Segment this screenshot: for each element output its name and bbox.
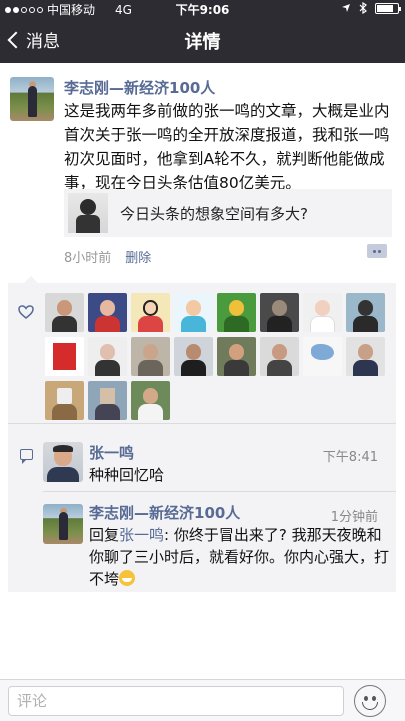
- commenter-avatar[interactable]: [43, 504, 83, 544]
- liker-avatar[interactable]: [131, 381, 170, 420]
- emoji-button[interactable]: [354, 685, 386, 717]
- shared-link-card[interactable]: 今日头条的想象空间有多大?: [64, 189, 392, 237]
- liker-avatar[interactable]: [260, 337, 299, 376]
- grin-emoji-icon: [119, 570, 136, 586]
- status-bar: 中国移动 4G 下午9:06: [0, 0, 405, 18]
- commenter-avatar[interactable]: [43, 442, 83, 482]
- comment-text: 回复张一鸣: 你终于冒出来了? 我那天夜晚和你聊了三小时后，就看好你。你内心强大…: [89, 524, 389, 590]
- battery-icon: [375, 2, 401, 14]
- post-meta: 8小时前 删除: [64, 247, 151, 266]
- liker-avatar[interactable]: [174, 293, 213, 332]
- smiley-icon: [364, 696, 368, 701]
- link-thumbnail: [68, 193, 108, 233]
- bluetooth-icon: [359, 2, 367, 14]
- author-avatar[interactable]: [10, 77, 54, 121]
- liker-avatar[interactable]: [88, 381, 127, 420]
- link-title: 今日头条的想象空间有多大?: [120, 204, 308, 223]
- liker-avatar[interactable]: [45, 293, 84, 332]
- liker-avatar[interactable]: [131, 337, 170, 376]
- liker-avatar[interactable]: [303, 293, 342, 332]
- liker-avatar-grid: [45, 293, 395, 420]
- liker-avatar[interactable]: [45, 381, 84, 420]
- liker-avatar[interactable]: [260, 293, 299, 332]
- likes-panel: [8, 276, 396, 423]
- comment-item[interactable]: 张一鸣 下午8:41 种种回忆哈: [8, 424, 396, 491]
- post-text: 这是我两年多前做的张一鸣的文章，大概是业内首次关于张一鸣的全开放深度报道，我和张…: [64, 102, 390, 192]
- comments-panel: 张一鸣 下午8:41 种种回忆哈 李志刚—新经济100人 1分钟前 回复张一鸣:…: [8, 424, 396, 592]
- top-bar: 中国移动 4G 下午9:06 消息 详情: [0, 0, 405, 63]
- liker-avatar[interactable]: [45, 337, 84, 376]
- comment-item[interactable]: 李志刚—新经济100人 1分钟前 回复张一鸣: 你终于冒出来了? 我那天夜晚和你…: [8, 492, 396, 592]
- liker-avatar[interactable]: [174, 337, 213, 376]
- reply-to-name[interactable]: 张一鸣: [119, 526, 164, 544]
- liker-avatar[interactable]: [131, 293, 170, 332]
- comment-time: 下午8:41: [322, 450, 378, 465]
- commenter-name[interactable]: 李志刚—新经济100人: [89, 502, 240, 523]
- liker-avatar[interactable]: [88, 337, 127, 376]
- comment-text: 种种回忆哈: [89, 466, 165, 484]
- nav-bar: 消息 详情: [0, 18, 405, 63]
- delete-button[interactable]: 删除: [125, 247, 151, 266]
- more-actions-icon[interactable]: [367, 244, 387, 258]
- liker-avatar[interactable]: [88, 293, 127, 332]
- liker-avatar[interactable]: [217, 293, 256, 332]
- commenter-name[interactable]: 张一鸣: [89, 442, 134, 463]
- liker-avatar[interactable]: [346, 337, 385, 376]
- location-icon: [342, 4, 350, 12]
- reply-prefix: 回复: [89, 526, 120, 544]
- liker-avatar[interactable]: [346, 293, 385, 332]
- comment-input-bar: 评论: [0, 679, 405, 721]
- post-time: 8小时前: [64, 251, 112, 266]
- author-name[interactable]: 李志刚—新经济100人: [64, 77, 215, 98]
- comment-time: 1分钟前: [330, 510, 378, 525]
- comment-input[interactable]: 评论: [8, 686, 344, 716]
- liker-avatar[interactable]: [303, 337, 342, 376]
- heart-icon: [18, 305, 34, 319]
- liker-avatar[interactable]: [217, 337, 256, 376]
- page-title: 详情: [184, 32, 221, 53]
